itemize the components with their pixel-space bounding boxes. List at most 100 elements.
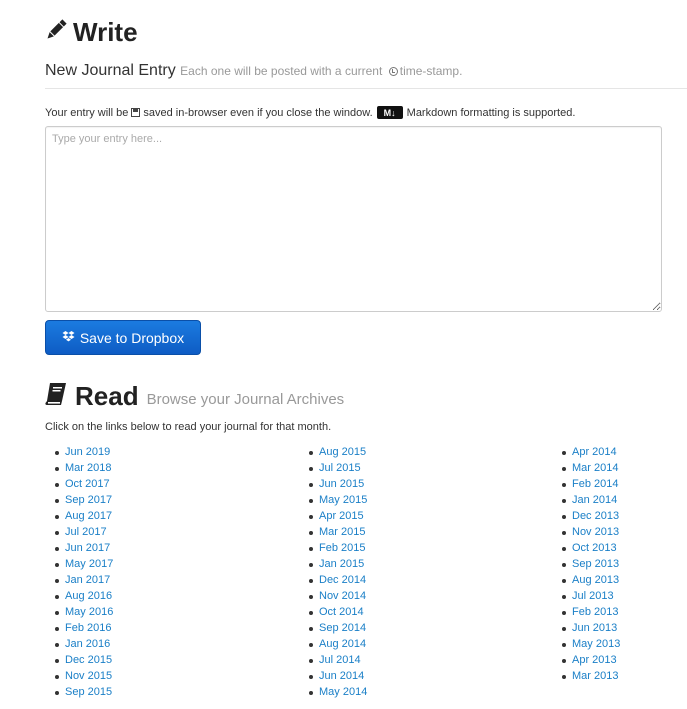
archive-list-item: Jul 2014	[307, 652, 367, 668]
archive-month-link[interactable]: May 2014	[319, 686, 367, 698]
archive-month-link[interactable]: Jun 2013	[572, 622, 617, 634]
archive-month-link[interactable]: Nov 2014	[319, 590, 366, 602]
archive-month-link[interactable]: May 2015	[319, 494, 367, 506]
archive-month-link[interactable]: Jul 2013	[572, 590, 614, 602]
archive-month-link[interactable]: Jun 2017	[65, 542, 110, 554]
archive-list-item: Nov 2014	[307, 588, 367, 604]
archive-list-column-2: Aug 2015 Jul 2015 Jun 2015 May 2015 Apr 2015…	[307, 444, 367, 700]
archive-month-link[interactable]: Jan 2015	[319, 558, 364, 570]
archive-list-item: Jan 2014	[560, 492, 620, 508]
archive-list-column-1: Jun 2019 Mar 2018 Oct 2017 Sep 2017 Aug 2017…	[53, 444, 113, 700]
archive-list-item: Dec 2014	[307, 572, 367, 588]
write-title: Write	[73, 16, 138, 47]
archive-list-item: Sep 2014	[307, 620, 367, 636]
write-heading: Write	[45, 14, 138, 50]
archive-list-item: May 2013	[560, 636, 620, 652]
archive-month-link[interactable]: Dec 2014	[319, 574, 366, 586]
archive-month-link[interactable]: May 2017	[65, 558, 113, 570]
archive-list-item: Sep 2017	[53, 492, 113, 508]
archive-list-item: Sep 2013	[560, 556, 620, 572]
archive-list-item: Feb 2013	[560, 604, 620, 620]
archive-month-link[interactable]: Sep 2014	[319, 622, 366, 634]
archive-list-item: May 2015	[307, 492, 367, 508]
archive-month-link[interactable]: Nov 2015	[65, 670, 112, 682]
archive-month-link[interactable]: Dec 2015	[65, 654, 112, 666]
archive-list-item: Apr 2015	[307, 508, 367, 524]
archive-month-link[interactable]: Jan 2016	[65, 638, 110, 650]
archive-month-link[interactable]: Apr 2014	[572, 446, 617, 458]
dropbox-icon	[62, 330, 75, 346]
archive-month-link[interactable]: Jun 2014	[319, 670, 364, 682]
archive-list-item: Feb 2015	[307, 540, 367, 556]
archive-list-item: Jun 2014	[307, 668, 367, 684]
archive-list-item: Jan 2016	[53, 636, 113, 652]
archive-list-item: Mar 2015	[307, 524, 367, 540]
archive-list-item: Jul 2017	[53, 524, 113, 540]
archive-list-item: Jul 2013	[560, 588, 620, 604]
archive-month-link[interactable]: Aug 2016	[65, 590, 112, 602]
archive-month-link[interactable]: May 2013	[572, 638, 620, 650]
archive-list-item: Mar 2018	[53, 460, 113, 476]
archive-list-item: Apr 2014	[560, 444, 620, 460]
archive-month-link[interactable]: Feb 2014	[572, 478, 618, 490]
archive-month-link[interactable]: Jan 2017	[65, 574, 110, 586]
archive-list-item: Oct 2017	[53, 476, 113, 492]
archive-month-link[interactable]: Feb 2015	[319, 542, 365, 554]
archive-list-item: May 2014	[307, 684, 367, 700]
archive-month-link[interactable]: Mar 2015	[319, 526, 365, 538]
archive-month-link[interactable]: Feb 2016	[65, 622, 111, 634]
book-icon	[45, 382, 67, 411]
archive-list-item: Jan 2017	[53, 572, 113, 588]
archive-month-link[interactable]: Mar 2013	[572, 670, 618, 682]
archive-list-item: Mar 2013	[560, 668, 620, 684]
archive-month-link[interactable]: Aug 2013	[572, 574, 619, 586]
archive-month-link[interactable]: Oct 2017	[65, 478, 110, 490]
archive-month-link[interactable]: Mar 2014	[572, 462, 618, 474]
archive-month-link[interactable]: Aug 2015	[319, 446, 366, 458]
new-entry-title: New Journal Entry	[45, 62, 176, 79]
save-to-dropbox-button[interactable]: Save to Dropbox	[45, 320, 201, 355]
archive-list-item: May 2017	[53, 556, 113, 572]
archive-list-item: Mar 2014	[560, 460, 620, 476]
timestamp-note-prefix: Each one will be posted with a current	[180, 64, 383, 78]
archive-month-link[interactable]: Jan 2014	[572, 494, 617, 506]
archive-month-link[interactable]: Sep 2017	[65, 494, 112, 506]
archive-list-item: Jan 2015	[307, 556, 367, 572]
archive-list-item: Aug 2017	[53, 508, 113, 524]
archive-list-item: Jun 2015	[307, 476, 367, 492]
archive-month-link[interactable]: Sep 2015	[65, 686, 112, 698]
journal-entry-textarea[interactable]	[45, 126, 662, 312]
archive-month-link[interactable]: Oct 2014	[319, 606, 364, 618]
archive-month-link[interactable]: May 2016	[65, 606, 113, 618]
clock-icon	[388, 67, 398, 76]
archive-list-item: Jul 2015	[307, 460, 367, 476]
entry-info: Your entry will be saved in-browser even…	[45, 106, 575, 119]
info-suffix: Markdown formatting is supported.	[406, 106, 576, 119]
archive-list-item: Oct 2014	[307, 604, 367, 620]
archive-list-item: Apr 2013	[560, 652, 620, 668]
archive-month-link[interactable]: Apr 2015	[319, 510, 364, 522]
archive-list-item: Jun 2017	[53, 540, 113, 556]
archive-month-link[interactable]: Jul 2014	[319, 654, 361, 666]
archive-instructions: Click on the links below to read your jo…	[45, 421, 332, 433]
archive-month-link[interactable]: Jul 2017	[65, 526, 107, 538]
archive-month-link[interactable]: Jul 2015	[319, 462, 361, 474]
archive-month-link[interactable]: Jun 2015	[319, 478, 364, 490]
archive-month-link[interactable]: Jun 2019	[65, 446, 110, 458]
save-button-label: Save to Dropbox	[79, 329, 185, 346]
archive-month-link[interactable]: Dec 2013	[572, 510, 619, 522]
archive-month-link[interactable]: Oct 2013	[572, 542, 617, 554]
archive-list-item: Jun 2019	[53, 444, 113, 460]
read-heading: Read Browse your Journal Archives	[45, 380, 344, 412]
archive-month-link[interactable]: Feb 2013	[572, 606, 618, 618]
archive-month-link[interactable]: Nov 2013	[572, 526, 619, 538]
markdown-icon: M↓	[376, 106, 403, 119]
archive-list-item: Nov 2015	[53, 668, 113, 684]
archive-month-link[interactable]: Apr 2013	[572, 654, 617, 666]
archive-month-link[interactable]: Aug 2017	[65, 510, 112, 522]
new-entry-subheading: New Journal Entry Each one will be poste…	[45, 62, 462, 80]
archive-list-item: Aug 2016	[53, 588, 113, 604]
archive-month-link[interactable]: Sep 2013	[572, 558, 619, 570]
archive-month-link[interactable]: Aug 2014	[319, 638, 366, 650]
archive-month-link[interactable]: Mar 2018	[65, 462, 111, 474]
